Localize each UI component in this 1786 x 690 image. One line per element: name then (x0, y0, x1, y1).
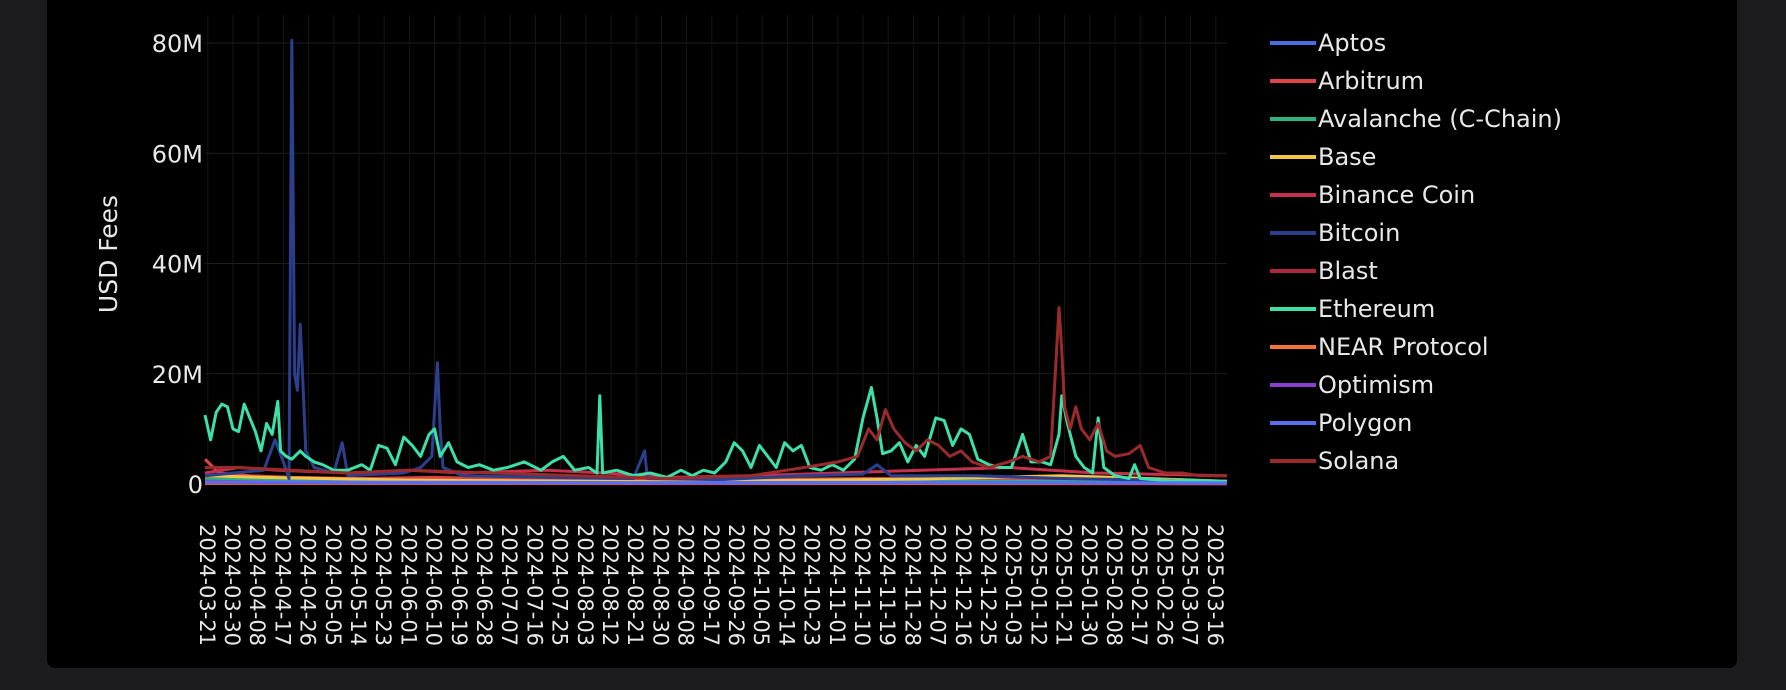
legend-label: Aptos (1318, 29, 1386, 57)
legend-item-polygon[interactable]: Polygon (1270, 409, 1412, 437)
x-tick-label: 2025-01-12 (1026, 524, 1050, 646)
x-tick-label: 2024-09-17 (699, 524, 723, 646)
x-tick-label: 2024-11-10 (850, 524, 874, 646)
legend-item-optimism[interactable]: Optimism (1270, 371, 1434, 399)
series-lines (203, 38, 1228, 486)
x-tick-label: 2024-08-21 (623, 524, 647, 646)
legend[interactable]: Aptos Arbitrum Avalanche (C-Chain) Base Bina… (1270, 29, 1562, 475)
series-line-ethereum (203, 386, 1228, 483)
x-tick-label: 2025-02-08 (1102, 524, 1126, 646)
x-tick-label: 2024-06-01 (396, 524, 420, 646)
x-tick-label: 2024-06-19 (447, 524, 471, 646)
x-tick-label: 2024-11-28 (900, 524, 924, 646)
x-tick-label: 2025-02-26 (1152, 524, 1176, 646)
line-chart: 020M40M60M80M 2024-03-21 2024-03-30 2024-0… (94, 15, 1562, 646)
x-tick-label: 2024-08-12 (598, 524, 622, 646)
y-axis-label: USD Fees (94, 195, 123, 313)
legend-item-binance-coin[interactable]: Binance Coin (1270, 181, 1475, 209)
x-tick-label: 2024-03-30 (220, 524, 244, 646)
x-axis-ticks: 2024-03-21 2024-03-30 2024-04-08 2024-04-17… (195, 524, 1227, 646)
x-tick-label: 2024-07-07 (497, 524, 521, 646)
legend-item-near-protocol[interactable]: NEAR Protocol (1270, 333, 1489, 361)
x-tick-label: 2024-11-01 (825, 524, 849, 646)
legend-label: Polygon (1318, 409, 1412, 437)
x-tick-label: 2024-06-10 (422, 524, 446, 646)
x-tick-label: 2024-05-23 (371, 524, 395, 646)
x-tick-label: 2024-09-08 (674, 524, 698, 646)
x-tick-label: 2024-04-17 (270, 524, 294, 646)
x-tick-label: 2024-07-25 (548, 524, 572, 646)
x-tick-label: 2025-01-30 (1077, 524, 1101, 646)
legend-label: Ethereum (1318, 295, 1435, 323)
chart-card: 0 20M 40M 60M 80M 2024-03-21 2024-03-30 2024-0… (47, 0, 1737, 668)
legend-item-avalanche-c-chain[interactable]: Avalanche (C-Chain) (1270, 105, 1562, 133)
y-tick-label: 80M (152, 30, 203, 58)
y-tick-label: 40M (152, 251, 203, 279)
x-tick-label: 2024-11-19 (875, 524, 899, 646)
x-tick-label: 2024-08-03 (573, 524, 597, 646)
x-tick-label: 2024-09-26 (724, 524, 748, 646)
legend-label: Bitcoin (1318, 219, 1400, 247)
legend-item-solana[interactable]: Solana (1270, 447, 1399, 475)
legend-item-arbitrum[interactable]: Arbitrum (1270, 67, 1424, 95)
y-tick-label: 20M (152, 361, 203, 389)
x-tick-label: 2025-03-16 (1203, 524, 1227, 646)
legend-item-blast[interactable]: Blast (1270, 257, 1378, 285)
legend-item-bitcoin[interactable]: Bitcoin (1270, 219, 1400, 247)
legend-item-ethereum[interactable]: Ethereum (1270, 295, 1435, 323)
x-tick-label: 2024-06-28 (472, 524, 496, 646)
x-tick-label: 2024-05-14 (346, 524, 370, 646)
x-tick-label: 2024-07-16 (522, 524, 546, 646)
x-tick-label: 2024-10-05 (749, 524, 773, 646)
legend-label: Avalanche (C-Chain) (1318, 105, 1562, 133)
y-axis-ticks: 0 20M 40M 60M 80M (152, 30, 203, 499)
x-tick-label: 2024-04-26 (296, 524, 320, 646)
legend-label: Arbitrum (1318, 67, 1424, 95)
series-line-polygon (204, 480, 1228, 485)
legend-item-aptos[interactable]: Aptos (1270, 29, 1386, 57)
x-tick-label: 2025-03-07 (1178, 524, 1202, 646)
x-tick-label: 2024-10-14 (774, 524, 798, 646)
x-tick-label: 2025-02-17 (1127, 524, 1151, 646)
x-tick-label: 2024-05-05 (321, 524, 345, 646)
x-tick-label: 2024-12-07 (926, 524, 950, 646)
legend-item-base[interactable]: Base (1270, 143, 1376, 171)
legend-label: NEAR Protocol (1318, 333, 1489, 361)
x-tick-label: 2024-04-08 (245, 524, 269, 646)
x-tick-label: 2024-10-23 (800, 524, 824, 646)
y-tick-label: 60M (152, 140, 203, 168)
x-tick-label: 2024-12-25 (976, 524, 1000, 646)
y-tick-label: 0 (188, 471, 203, 499)
x-tick-label: 2024-12-16 (951, 524, 975, 646)
x-tick-label: 2024-03-21 (195, 524, 219, 646)
x-tick-label: 2025-01-21 (1052, 524, 1076, 646)
legend-label: Base (1318, 143, 1376, 171)
legend-label: Solana (1318, 447, 1399, 475)
x-tick-label: 2025-01-03 (1001, 524, 1025, 646)
legend-label: Binance Coin (1318, 181, 1475, 209)
legend-label: Optimism (1318, 371, 1434, 399)
x-tick-label: 2024-08-30 (648, 524, 672, 646)
legend-label: Blast (1318, 257, 1378, 285)
